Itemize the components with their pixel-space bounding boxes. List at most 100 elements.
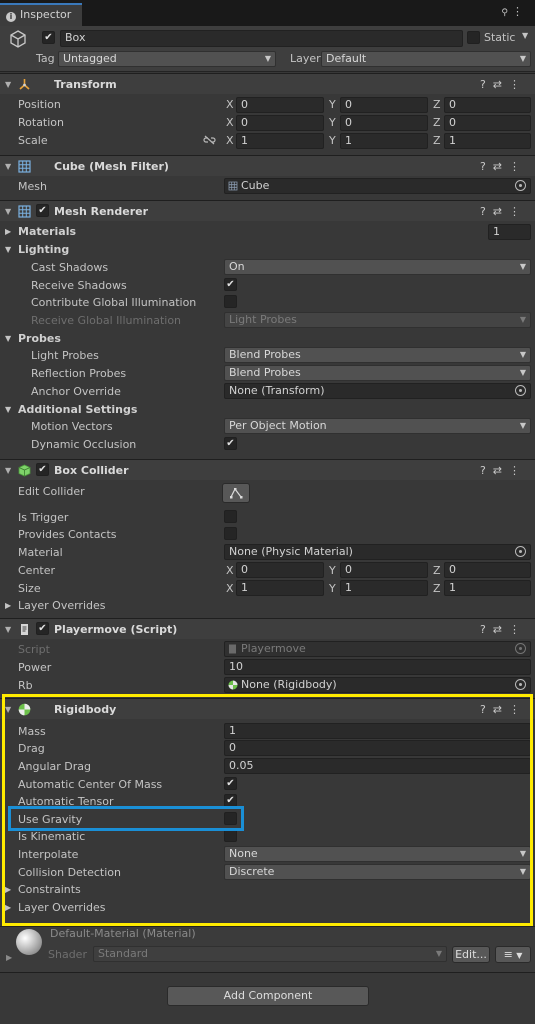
help-icon[interactable]: ?: [480, 464, 493, 477]
lighting-label[interactable]: Lighting: [18, 243, 69, 256]
mesh-renderer-header[interactable]: ▼ ✔ Mesh Renderer ?⇄⋮: [0, 200, 535, 221]
collider-layer-overrides-label[interactable]: Layer Overrides: [18, 599, 106, 612]
anchor-override-field[interactable]: None (Transform): [224, 383, 531, 399]
more-icon[interactable]: ⋮: [509, 78, 527, 91]
probes-label[interactable]: Probes: [18, 332, 61, 345]
more-icon[interactable]: ⋮: [509, 160, 527, 173]
position-y-field[interactable]: 0: [340, 97, 428, 113]
scale-z-field[interactable]: 1: [444, 133, 531, 149]
size-z-field[interactable]: 1: [444, 580, 531, 596]
materials-label[interactable]: Materials: [18, 225, 76, 238]
rotation-y-field[interactable]: 0: [340, 115, 428, 131]
foldout-arrow-icon[interactable]: ▼: [5, 80, 11, 89]
drag-field[interactable]: 0: [224, 740, 531, 756]
active-checkbox[interactable]: ✔: [42, 31, 55, 44]
rb-layer-overrides-foldout-icon[interactable]: ▶: [5, 903, 11, 912]
help-icon[interactable]: ?: [480, 703, 493, 716]
link-icon[interactable]: [203, 134, 216, 146]
transform-header[interactable]: ▼ Transform ?⇄⋮: [0, 73, 535, 94]
scale-y-field[interactable]: 1: [340, 133, 428, 149]
rb-field[interactable]: None (Rigidbody): [224, 677, 531, 693]
foldout-arrow-icon[interactable]: ▼: [5, 466, 11, 475]
material-foldout-icon[interactable]: ▶: [6, 953, 12, 962]
center-z-field[interactable]: 0: [444, 562, 531, 578]
preset-icon[interactable]: ⇄: [493, 205, 509, 218]
more-menu-icon[interactable]: ⋮: [512, 5, 527, 18]
provides-contacts-checkbox[interactable]: [224, 527, 237, 540]
mesh-filter-header[interactable]: ▼ Cube (Mesh Filter) ?⇄⋮: [0, 155, 535, 176]
add-component-button[interactable]: Add Component: [167, 986, 369, 1006]
rotation-z-field[interactable]: 0: [444, 115, 531, 131]
scale-x-field[interactable]: 1: [236, 133, 324, 149]
tab-inspector[interactable]: i Inspector: [0, 3, 82, 26]
rigidbody-header[interactable]: ▼ Rigidbody ?⇄⋮: [0, 698, 535, 719]
static-checkbox[interactable]: [467, 31, 480, 44]
light-probes-dropdown[interactable]: Blend Probes ▼: [224, 347, 531, 363]
foldout-arrow-icon[interactable]: ▼: [5, 625, 11, 634]
more-icon[interactable]: ⋮: [509, 703, 527, 716]
playermove-header[interactable]: ▼ ✔ Playermove (Script) ?⇄⋮: [0, 618, 535, 639]
object-picker-icon[interactable]: [515, 385, 526, 396]
object-picker-icon[interactable]: [515, 679, 526, 690]
preset-icon[interactable]: ⇄: [493, 703, 509, 716]
help-icon[interactable]: ?: [480, 78, 493, 91]
foldout-arrow-icon[interactable]: ▼: [5, 162, 11, 171]
static-dropdown-arrow[interactable]: ▼: [522, 31, 528, 40]
size-x-field[interactable]: 1: [236, 580, 324, 596]
center-y-field[interactable]: 0: [340, 562, 428, 578]
mesh-field[interactable]: Cube: [224, 178, 531, 194]
gameobject-name-field[interactable]: Box: [60, 30, 463, 47]
center-x-field[interactable]: 0: [236, 562, 324, 578]
edit-collider-button[interactable]: [222, 483, 250, 503]
use-gravity-checkbox[interactable]: [224, 812, 237, 825]
preset-icon[interactable]: ⇄: [493, 78, 509, 91]
layer-dropdown[interactable]: Default ▼: [321, 51, 531, 67]
cast-shadows-dropdown[interactable]: On ▼: [224, 259, 531, 275]
mass-field[interactable]: 1: [224, 723, 531, 739]
mesh-renderer-enabled-checkbox[interactable]: ✔: [36, 204, 49, 217]
rb-layer-overrides-label[interactable]: Layer Overrides: [18, 901, 106, 914]
contribute-gi-checkbox[interactable]: [224, 295, 237, 308]
preset-icon[interactable]: ⇄: [493, 464, 509, 477]
more-icon[interactable]: ⋮: [509, 464, 527, 477]
rotation-x-field[interactable]: 0: [236, 115, 324, 131]
more-icon[interactable]: ⋮: [509, 205, 527, 218]
position-z-field[interactable]: 0: [444, 97, 531, 113]
tag-dropdown[interactable]: Untagged ▼: [58, 51, 276, 67]
size-y-field[interactable]: 1: [340, 580, 428, 596]
shader-list-button[interactable]: ≡ ▼: [495, 946, 531, 963]
interpolate-dropdown[interactable]: None ▼: [224, 846, 531, 862]
dynamic-occlusion-checkbox[interactable]: ✔: [224, 437, 237, 450]
is-kinematic-checkbox[interactable]: [224, 829, 237, 842]
shader-dropdown[interactable]: Standard ▼: [93, 946, 447, 962]
help-icon[interactable]: ?: [480, 205, 493, 218]
materials-foldout-icon[interactable]: ▶: [5, 227, 11, 236]
box-collider-header[interactable]: ▼ ✔ Box Collider ?⇄⋮: [0, 459, 535, 480]
foldout-arrow-icon[interactable]: ▼: [5, 705, 11, 714]
object-picker-icon[interactable]: [515, 546, 526, 557]
reflection-probes-dropdown[interactable]: Blend Probes ▼: [224, 365, 531, 381]
preset-icon[interactable]: ⇄: [493, 160, 509, 173]
is-trigger-checkbox[interactable]: [224, 510, 237, 523]
constraints-foldout-icon[interactable]: ▶: [5, 885, 11, 894]
constraints-label[interactable]: Constraints: [18, 883, 81, 896]
layer-overrides-foldout-icon[interactable]: ▶: [5, 601, 11, 610]
receive-shadows-checkbox[interactable]: ✔: [224, 278, 237, 291]
object-picker-icon[interactable]: [515, 180, 526, 191]
materials-count-field[interactable]: 1: [488, 224, 531, 240]
additional-foldout-icon[interactable]: ▼: [5, 405, 11, 414]
motion-vectors-dropdown[interactable]: Per Object Motion ▼: [224, 418, 531, 434]
lock-icon[interactable]: ⚲: [501, 8, 512, 18]
collision-detection-dropdown[interactable]: Discrete ▼: [224, 864, 531, 880]
help-icon[interactable]: ?: [480, 623, 493, 636]
foldout-arrow-icon[interactable]: ▼: [5, 207, 11, 216]
angular-drag-field[interactable]: 0.05: [224, 758, 531, 774]
position-x-field[interactable]: 0: [236, 97, 324, 113]
power-field[interactable]: 10: [224, 659, 531, 675]
shader-edit-button[interactable]: Edit...: [452, 946, 490, 963]
collider-material-field[interactable]: None (Physic Material): [224, 544, 531, 560]
preset-icon[interactable]: ⇄: [493, 623, 509, 636]
auto-center-of-mass-checkbox[interactable]: ✔: [224, 777, 237, 790]
more-icon[interactable]: ⋮: [509, 623, 527, 636]
additional-settings-label[interactable]: Additional Settings: [18, 403, 137, 416]
